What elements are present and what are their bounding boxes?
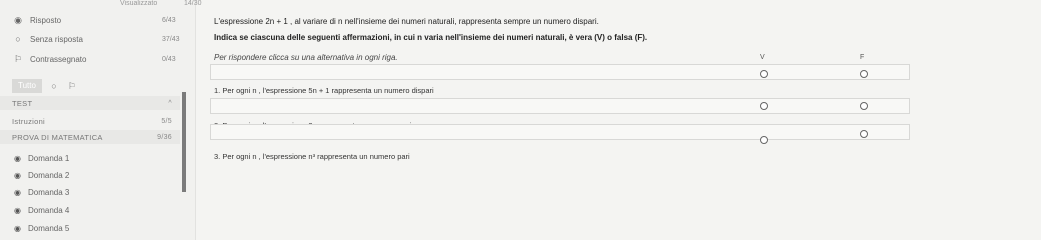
radio-false[interactable] [860,102,868,110]
question-label: Domanda 2 [28,170,70,180]
filter-tabs: Tutto ○ ⚐ [12,78,78,94]
sidebar: Visualizzato 14/30 ◉ Risposto 6/43 ○ Sen… [0,0,202,240]
dot-circle-icon: ◉ [14,187,21,197]
top-label: Visualizzato [120,0,158,7]
chevron-up-icon[interactable]: ^ [168,100,172,107]
filter-count: 6/43 [162,16,176,24]
flag-icon[interactable]: ⚐ [66,81,78,92]
radio-true[interactable] [760,102,768,110]
circle-icon[interactable]: ○ [48,81,60,91]
dot-circle-icon: ◉ [14,170,21,180]
filter-label: Senza risposta [30,34,83,44]
question-item[interactable]: ◉ Domanda 5 [14,222,69,234]
dot-circle-icon: ◉ [14,223,21,233]
question-label: Domanda 3 [28,187,70,197]
statement-text: 3. Per ogni n , l'espressione n³ rappres… [214,152,410,161]
section-instructions[interactable]: Istruzioni 5/5 [12,114,172,128]
scrollbar[interactable] [182,92,186,192]
radio-true[interactable] [760,70,768,78]
radio-false[interactable] [860,130,868,138]
circle-icon: ○ [15,34,21,44]
instructions-text: Per rispondere clicca su una alternativa… [214,53,398,62]
question-label: Domanda 4 [28,205,70,215]
section-math[interactable]: PROVA DI MATEMATICA 9/36 [12,130,172,144]
statement-row [210,64,910,80]
statement-text: 1. Per ogni n , l'espressione 5n + 1 rap… [214,86,434,95]
question-item[interactable]: ◉ Domanda 4 [14,204,69,216]
dot-circle-icon: ◉ [14,205,21,215]
question-label: Domanda 5 [28,223,70,233]
section-label: Istruzioni [12,116,46,126]
radio-false[interactable] [860,70,868,78]
filter-answered[interactable]: ◉ Risposto 6/43 [12,13,182,27]
dot-circle-icon: ◉ [14,153,21,163]
section-label: PROVA DI MATEMATICA [12,132,103,142]
section-test[interactable]: TEST ^ [12,96,172,110]
question-intro: L'espressione 2n + 1 , al variare di n n… [214,17,599,26]
section-count: 5/5 [161,117,172,125]
question-item[interactable]: ◉ Domanda 3 [14,186,69,198]
filter-label: Contrassegnato [30,54,87,64]
filter-unanswered[interactable]: ○ Senza risposta 37/43 [12,32,182,46]
tab-all[interactable]: Tutto [12,79,42,93]
question-prompt: Indica se ciascuna delle seguenti afferm… [214,33,648,42]
filter-count: 37/43 [162,35,180,43]
flag-icon: ⚐ [13,53,23,64]
filter-flagged[interactable]: ⚐ Contrassegnato 0/43 [12,52,182,66]
column-true: V [760,54,765,61]
filter-label: Risposto [30,15,62,25]
column-false: F [860,54,865,61]
section-count: 9/36 [157,133,172,141]
question-item[interactable]: ◉ Domanda 2 [14,169,69,181]
question-item[interactable]: ◉ Domanda 1 [14,152,69,164]
statement-row [210,98,910,114]
question-panel: L'espressione 2n + 1 , al variare di n n… [196,0,1041,240]
filter-count: 0/43 [162,55,176,63]
radio-true[interactable] [760,136,768,144]
statement-row [210,124,910,140]
dot-circle-icon: ◉ [14,14,22,25]
question-label: Domanda 1 [28,153,70,163]
section-label: TEST [12,98,33,108]
